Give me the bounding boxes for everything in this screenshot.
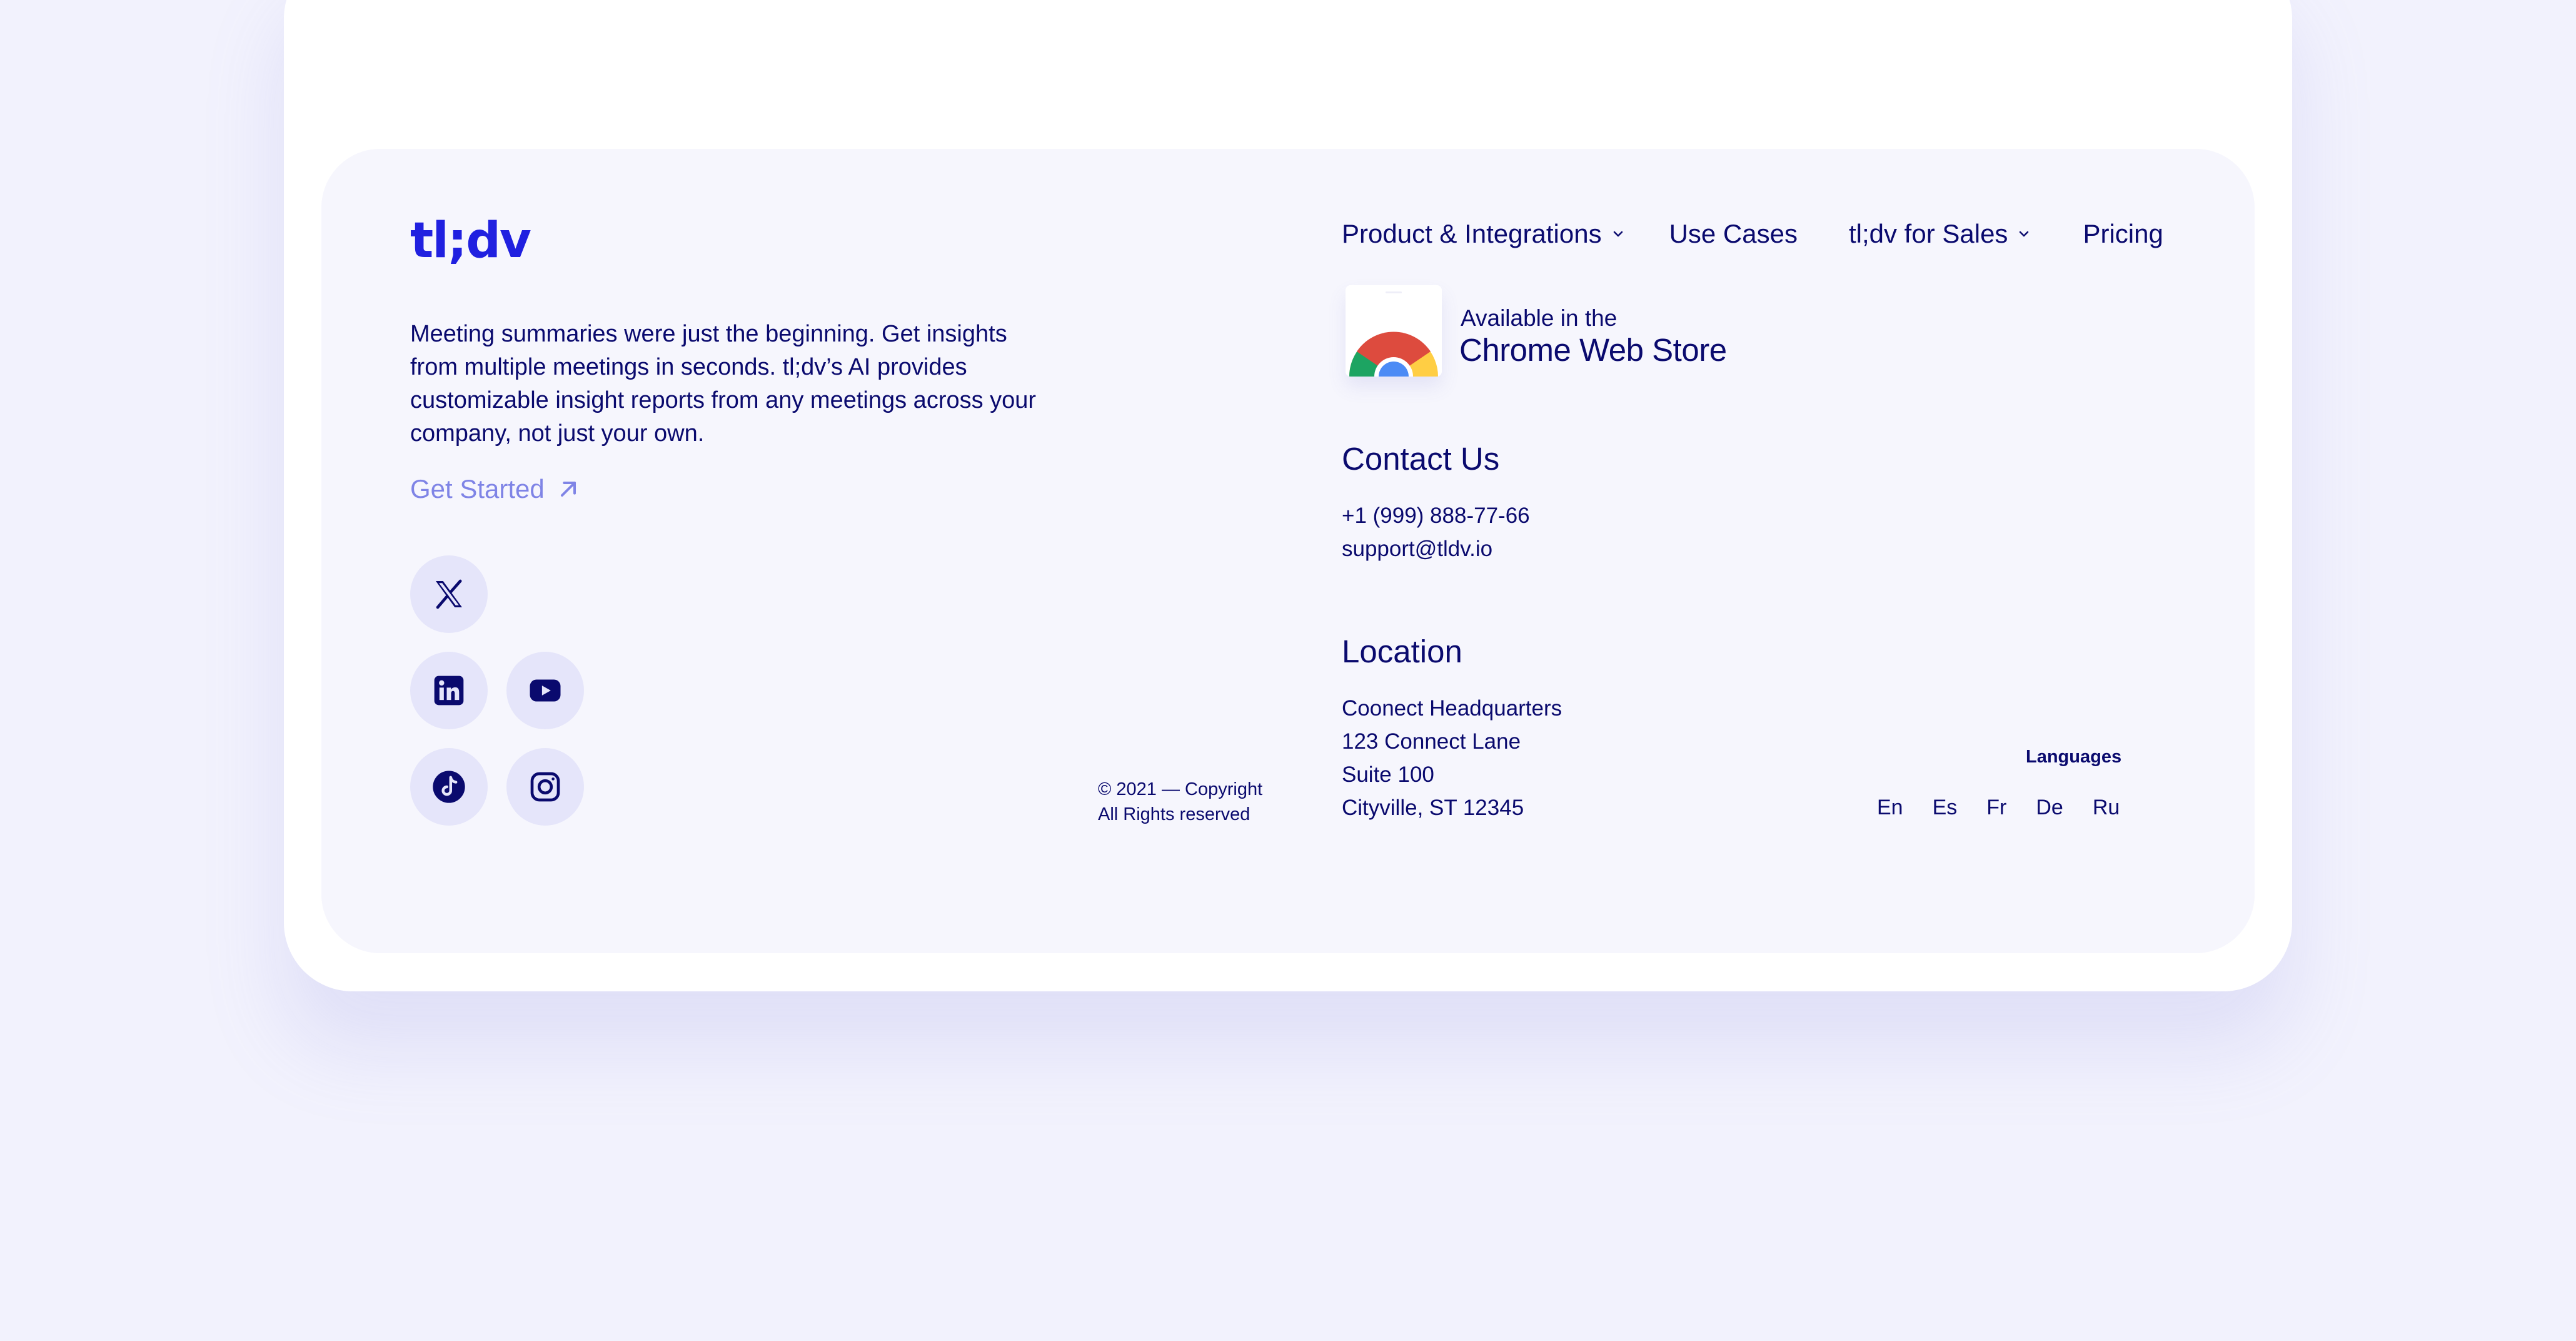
x-twitter-icon xyxy=(436,579,462,609)
social-instagram-button[interactable] xyxy=(506,748,584,826)
languages-label: Languages xyxy=(2026,747,2122,767)
linkedin-icon xyxy=(434,676,464,706)
location-address: Coonect Headquarters 123 Connect Lane Su… xyxy=(1342,692,1562,824)
nav-use-cases[interactable]: Use Cases xyxy=(1669,219,1798,249)
rights-line: All Rights reserved xyxy=(1098,804,1250,824)
chevron-down-icon xyxy=(1613,231,1623,237)
social-youtube-button[interactable] xyxy=(506,652,584,729)
arrow-up-right-icon xyxy=(560,482,576,497)
chevron-down-icon xyxy=(2020,231,2029,237)
nav-label: Pricing xyxy=(2083,219,2163,248)
footer-description: Meeting summaries were just the beginnin… xyxy=(410,321,1037,447)
tiktok-icon xyxy=(433,771,465,803)
language-option-es[interactable]: Es xyxy=(1933,796,1958,820)
instagram-icon xyxy=(530,772,560,802)
address-line: Cityville, ST 12345 xyxy=(1342,796,1524,820)
nav-product-integrations[interactable]: Product & Integrations xyxy=(1342,219,1626,249)
get-started-label: Get Started xyxy=(410,474,545,504)
social-x-button[interactable] xyxy=(410,555,488,633)
nav-label: Product & Integrations xyxy=(1342,219,1602,248)
chrome-icon xyxy=(1349,291,1438,377)
site-footer: tl;dv Meeting summaries were just the be… xyxy=(321,149,2255,953)
address-line: Coonect Headquarters xyxy=(1342,696,1562,721)
address-line: 123 Connect Lane xyxy=(1342,729,1521,754)
contact-phone[interactable]: +1 (999) 888-77-66 xyxy=(1342,499,1530,532)
language-option-ru[interactable]: Ru xyxy=(2093,796,2120,820)
contact-email[interactable]: support@tldv.io xyxy=(1342,532,1492,565)
get-started-link[interactable]: Get Started xyxy=(410,474,581,504)
language-switcher: En Es Fr De Ru xyxy=(1877,796,2120,820)
language-option-fr[interactable]: Fr xyxy=(1986,796,2006,820)
copyright: © 2021 — Copyright All Rights reserved xyxy=(1098,777,1262,827)
page-card: tl;dv Meeting summaries were just the be… xyxy=(284,0,2292,991)
address-line: Suite 100 xyxy=(1342,762,1434,787)
social-tiktok-button[interactable] xyxy=(410,748,488,826)
language-option-en[interactable]: En xyxy=(1877,796,1903,820)
nav-label: tl;dv for Sales xyxy=(1848,219,2008,248)
chrome-store-text: Chrome Web Store xyxy=(1459,332,1727,368)
social-linkedin-button[interactable] xyxy=(410,652,488,729)
chrome-web-store-badge[interactable]: Available in the Chrome Web Store xyxy=(1342,279,1748,392)
youtube-icon xyxy=(530,679,561,702)
chrome-tile xyxy=(1346,285,1442,377)
contact-heading: Contact Us xyxy=(1342,441,1500,477)
copyright-line: © 2021 — Copyright xyxy=(1098,779,1263,799)
location-heading: Location xyxy=(1342,634,1462,669)
tldv-logo[interactable]: tl;dv xyxy=(410,216,531,265)
language-option-de[interactable]: De xyxy=(2036,796,2063,820)
nav-label: Use Cases xyxy=(1669,219,1798,248)
chrome-available-text: Available in the xyxy=(1461,305,1618,331)
nav-tldv-for-sales[interactable]: tl;dv for Sales xyxy=(1849,219,2031,249)
nav-pricing[interactable]: Pricing xyxy=(2083,219,2163,249)
footer-nav: Product & Integrations Use Cases tl;dv f… xyxy=(1342,219,2163,249)
